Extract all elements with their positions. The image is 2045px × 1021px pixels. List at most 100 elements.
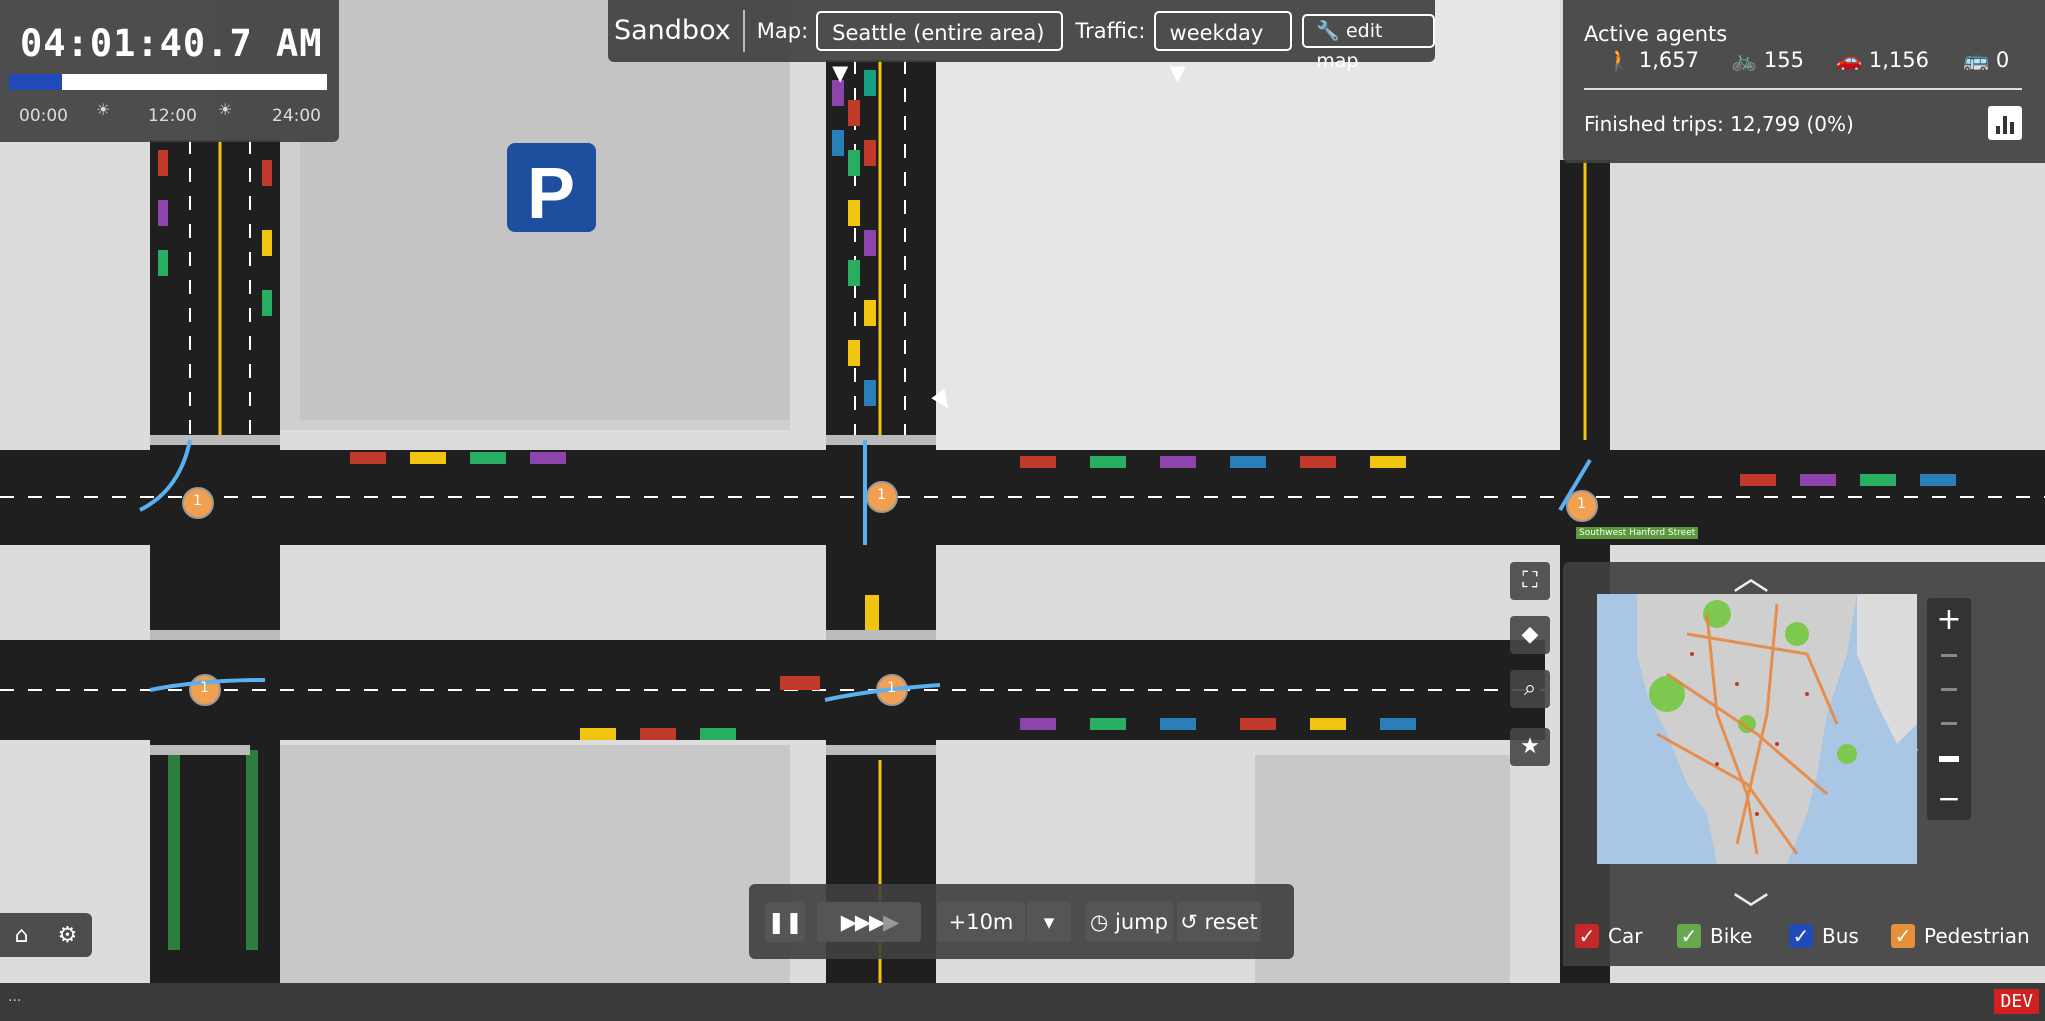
search-button[interactable]: ⌕: [1510, 670, 1550, 708]
home-button[interactable]: ⌂: [15, 923, 29, 948]
building: [270, 745, 790, 985]
bus-checkbox[interactable]: ✓: [1789, 924, 1813, 948]
gear-icon: ⚙: [57, 922, 78, 948]
step-forward-button[interactable]: +10m: [937, 901, 1025, 942]
agents-panel: Active agents 🚶 1,657 🚲 155 🚗 1,156 🚌 0 …: [1563, 0, 2045, 163]
legend-car-label: Car: [1608, 924, 1643, 948]
play-speed-icon: ▶▶▶▶: [840, 909, 900, 934]
agents-title: Active agents: [1584, 22, 1728, 46]
intersection-number: 1: [200, 680, 209, 696]
layers-button[interactable]: ◆: [1510, 616, 1550, 654]
pause-icon: ❚❚: [767, 909, 803, 934]
step-options-button[interactable]: ▾: [1027, 901, 1071, 942]
time-label-noon: 12:00: [148, 106, 197, 126]
zoom-level-current[interactable]: [1939, 756, 1959, 762]
layers-icon: ◆: [1521, 622, 1539, 647]
bus-count: 🚌 0: [1963, 48, 2009, 73]
zoom-in-button[interactable]: +: [1927, 602, 1971, 637]
jump-label: jump: [1115, 909, 1168, 934]
bike-icon: 🚲: [1731, 48, 1758, 72]
bus-icon: 🚌: [1963, 48, 1990, 72]
map-label: Map:: [756, 19, 809, 43]
step-forward-label: +10m: [948, 909, 1014, 934]
zoom-level-mark[interactable]: [1941, 722, 1957, 725]
bar-chart-icon: [1996, 116, 2014, 134]
intersection-number: 1: [877, 487, 886, 503]
pedestrian-count: 🚶 1,657: [1606, 48, 1699, 73]
time-panel: 04:01:40.7 AM 00:00 ☀ 12:00 ☀ 24:00: [0, 0, 339, 142]
zoom-level-mark[interactable]: [1941, 688, 1957, 691]
parking-icon: P: [507, 143, 596, 234]
map-dropdown-value: Seattle (entire area): [832, 21, 1045, 45]
fullscreen-button[interactable]: ⛶: [1510, 562, 1550, 600]
reset-label: reset: [1204, 909, 1258, 934]
legend-pedestrian-label: Pedestrian: [1924, 924, 2030, 948]
divider: [1584, 88, 2022, 90]
clock-icon: ◷: [1090, 909, 1109, 934]
chevron-down-icon: ▼: [832, 61, 849, 85]
speed-controls: ❚❚ ▶▶▶▶ +10m ▾ ◷ jump ↺ reset: [749, 884, 1294, 959]
time-progress-fill: [9, 74, 63, 90]
sunrise-icon: ☀: [96, 100, 111, 119]
zoom-level-mark[interactable]: [1941, 654, 1957, 657]
bike-checkbox[interactable]: ✓: [1677, 924, 1701, 948]
legend-bus-label: Bus: [1822, 924, 1859, 948]
chevron-down-icon: ▼: [1169, 61, 1186, 85]
time-label-end: 24:00: [272, 106, 321, 126]
fullscreen-icon: ⛶: [1522, 568, 1538, 593]
favorites-button[interactable]: ★: [1510, 728, 1550, 766]
intersection-number: 1: [1577, 496, 1586, 512]
map-dropdown[interactable]: Seattle (entire area) ▼: [816, 11, 1064, 85]
chart-button[interactable]: [1988, 106, 2022, 140]
traffic-dropdown[interactable]: weekday ▼: [1153, 11, 1293, 85]
zoom-control: + −: [1927, 598, 1971, 820]
top-toolbar: Sandbox Map: Seattle (entire area) ▼ Tra…: [608, 0, 1435, 85]
home-settings-panel: ⌂ ⚙: [0, 913, 92, 957]
edit-map-button[interactable]: 🔧 edit map: [1302, 14, 1435, 72]
car-checkbox[interactable]: ✓: [1575, 924, 1599, 948]
jump-button[interactable]: ◷ jump: [1085, 901, 1173, 942]
pedestrian-count-value: 1,657: [1638, 48, 1699, 72]
minimap-view: [1597, 594, 1917, 864]
search-icon: ⌕: [1523, 676, 1537, 701]
star-icon: ★: [1520, 734, 1540, 759]
pause-button[interactable]: ❚❚: [765, 901, 805, 942]
finished-trips: Finished trips: 12,799 (0%): [1584, 112, 1854, 136]
pedestrian-checkbox[interactable]: ✓: [1891, 924, 1915, 948]
dev-badge: DEV: [1994, 989, 2039, 1014]
status-bar: ... DEV: [0, 983, 2045, 1021]
intersection-number: 1: [193, 493, 202, 509]
car-count-value: 1,156: [1868, 48, 1929, 72]
svg-text:P: P: [527, 154, 575, 234]
car-count: 🚗 1,156: [1836, 48, 1929, 73]
settings-button[interactable]: ⚙: [58, 923, 78, 948]
time-label-start: 00:00: [19, 106, 68, 126]
bike-count: 🚲 155: [1731, 48, 1804, 73]
reset-button[interactable]: ↺ reset: [1177, 901, 1261, 942]
block: [920, 0, 1560, 450]
legend-bus[interactable]: ✓ Bus: [1789, 924, 1859, 948]
legend-pedestrian[interactable]: ✓ Pedestrian: [1891, 924, 2030, 948]
car-icon: 🚗: [1836, 48, 1863, 72]
legend-bike-label: Bike: [1710, 924, 1753, 948]
mode-title: Sandbox: [608, 10, 745, 52]
wrench-icon: 🔧: [1316, 20, 1340, 42]
zoom-out-button[interactable]: −: [1927, 782, 1971, 815]
intersection-number: 1: [887, 680, 896, 696]
reset-icon: ↺: [1180, 909, 1198, 934]
speed-selector[interactable]: ▶▶▶▶: [817, 901, 921, 942]
legend-bike[interactable]: ✓ Bike: [1677, 924, 1752, 948]
time-progress-bar: [9, 74, 327, 90]
street-label: Southwest Hanford Street: [1576, 527, 1699, 539]
status-dots: ...: [8, 989, 22, 1005]
home-icon: ⌂: [14, 922, 29, 948]
bike-count-value: 155: [1763, 48, 1804, 72]
minimap[interactable]: [1597, 594, 1917, 864]
pan-up-arrow[interactable]: ︿: [1733, 548, 1769, 600]
chevron-down-icon: ▾: [1043, 909, 1055, 934]
legend-car[interactable]: ✓ Car: [1575, 924, 1642, 948]
minimap-panel: ︿ 〈 〉 ﹀ + − ✓ Car ✓ Bike ✓ Bus ✓ Pedestr…: [1563, 557, 2045, 966]
clock-display: 04:01:40.7 AM: [20, 22, 323, 65]
traffic-label: Traffic:: [1075, 19, 1146, 43]
traffic-dropdown-value: weekday: [1169, 21, 1264, 45]
